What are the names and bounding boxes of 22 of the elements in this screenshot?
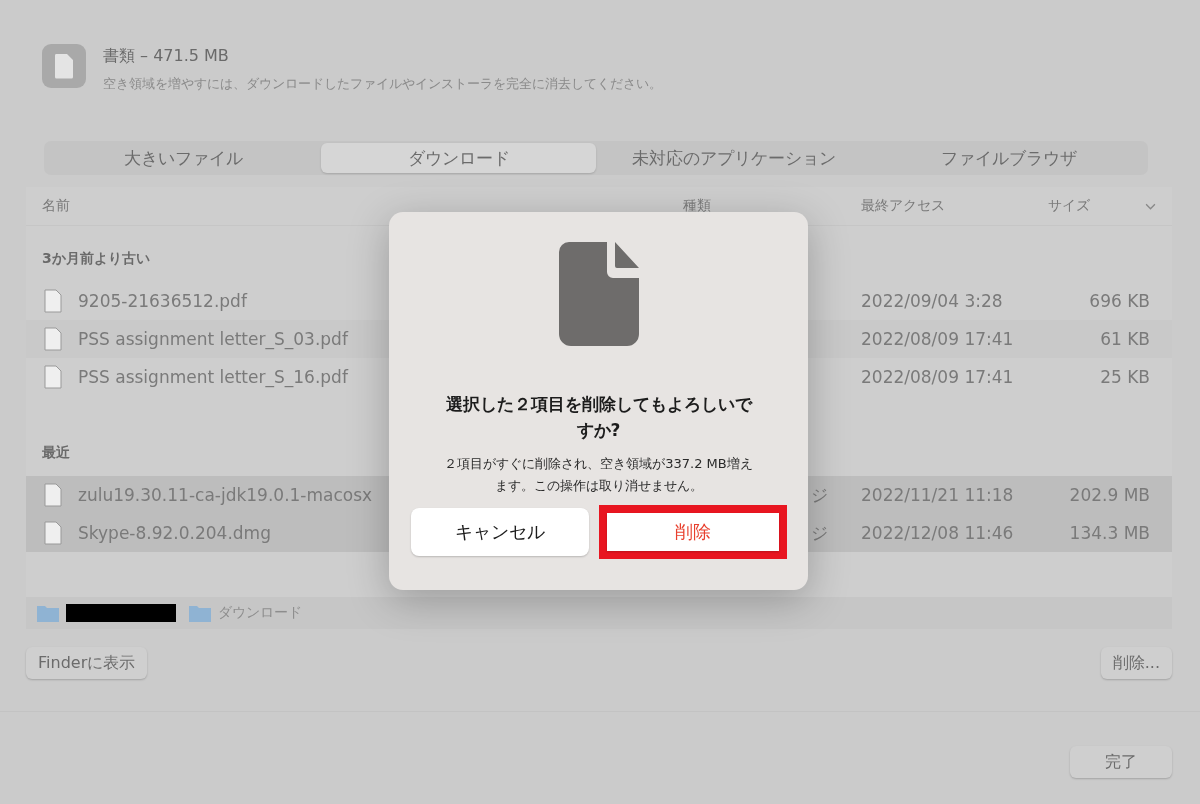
- file-kind: ジ: [811, 484, 828, 505]
- file-size: 25 KB: [1099, 367, 1150, 387]
- file-name: 9205-21636512.pdf: [78, 291, 247, 311]
- section-title: 書類 – 471.5 MB: [103, 46, 230, 67]
- file-kind: ジ: [811, 522, 828, 543]
- file-size: 134.3 MB: [1068, 523, 1150, 543]
- group-header: 最近: [42, 444, 70, 462]
- dialog-message: ２項目がすぐに削除され、空き領域が337.2 MB増えます。この操作は取り消せません。: [443, 455, 754, 496]
- group-header: 3か月前より古い: [42, 250, 150, 268]
- file-name: PSS assignment letter_S_16.pdf: [78, 367, 348, 387]
- file-size: 202.9 MB: [1068, 485, 1150, 505]
- access-date: 2022/12/08 11:46: [860, 523, 1015, 543]
- file-size: 696 KB: [1088, 291, 1150, 311]
- access-date: 2022/11/21 11:18: [860, 485, 1015, 505]
- file-name: zulu19.30.11-ca-jdk19.0.1-macosx: [78, 485, 373, 505]
- file-size: 61 KB: [1099, 329, 1150, 349]
- access-date: 2022/08/09 17:41: [860, 329, 1015, 349]
- file-name: PSS assignment letter_S_03.pdf: [78, 329, 348, 349]
- access-date: 2022/08/09 17:41: [860, 367, 1015, 387]
- access-date: 2022/09/04 3:28: [860, 291, 1004, 311]
- file-name: Skype-8.92.0.204.dmg: [78, 523, 271, 543]
- dialog-title: 選択した２項目を削除してもよろしいですか?: [444, 393, 754, 442]
